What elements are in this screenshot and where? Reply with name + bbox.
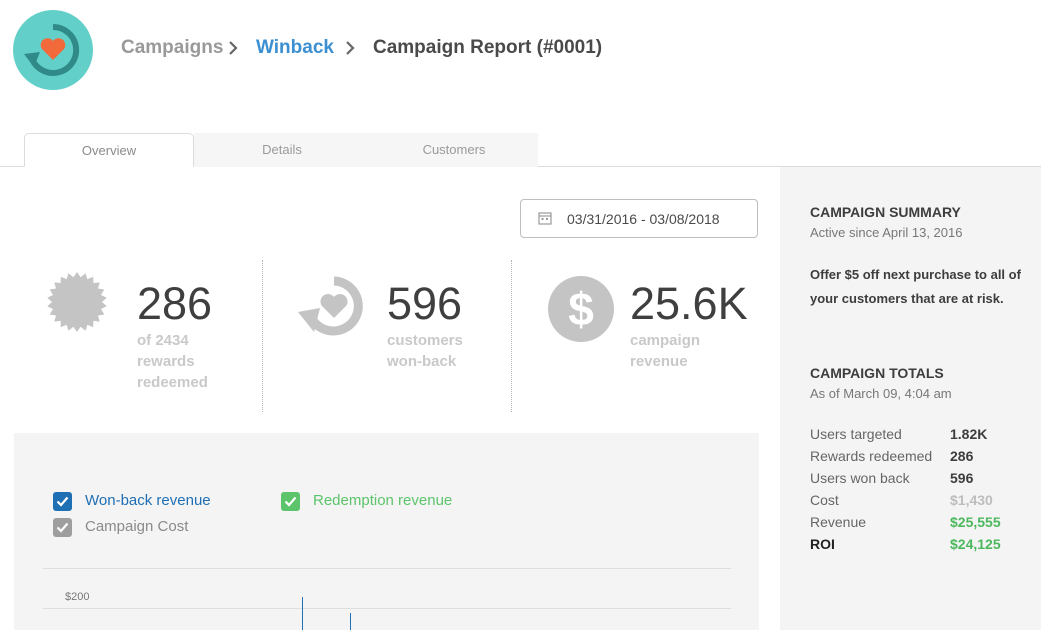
checkmark-icon [56,522,69,533]
checkmark-icon [284,496,297,507]
caption-line: revenue [630,353,688,370]
redemption-revenue-checkbox[interactable] [281,492,300,511]
totals-label-roi: ROI [810,536,835,552]
chevron-right-icon [229,41,238,55]
totals-value-revenue: $25,555 [950,514,1001,530]
breadcrumb-winback[interactable]: Winback [256,37,334,59]
caption-line: redeemed [137,374,208,391]
winback-logo-icon [24,23,80,76]
won-back-revenue-label[interactable]: Won-back revenue [85,492,211,509]
totals-label-users-won-back: Users won back [810,470,910,486]
page-title: Campaign Report (#0001) [373,37,603,58]
caption-line: won-back [387,353,457,370]
totals-value-rewards-redeemed: 286 [950,448,974,464]
caption-line: customers [387,332,463,349]
campaign-revenue-caption: campaign revenue [630,330,700,372]
campaign-summary-subtitle: Active since April 13, 2016 [810,225,963,240]
totals-value-users-won-back: 596 [950,470,974,486]
campaign-offer-text: Offer $5 off next purchase to all of you… [810,267,1021,306]
date-range-value: 03/31/2016 - 03/08/2018 [567,211,720,227]
breadcrumb-campaigns[interactable]: Campaigns [121,37,223,59]
tab-details[interactable]: Details [194,133,370,167]
chart-bar [302,597,303,630]
campaign-totals-heading: CAMPAIGN TOTALS [810,365,944,381]
campaign-summary-heading: CAMPAIGN SUMMARY [810,204,961,220]
totals-value-users-targeted: 1.82K [950,426,988,442]
chart-gridline [43,568,731,569]
redemption-revenue-label[interactable]: Redemption revenue [313,492,452,509]
caption-line: of 2434 [137,332,189,349]
campaign-totals-subtitle: As of March 09, 4:04 am [810,386,952,401]
stat-divider [511,260,512,412]
totals-label-rewards-redeemed: Rewards redeemed [810,448,933,464]
rewards-redeemed-count: 286 [137,278,213,329]
heart-cycle-icon [298,276,363,336]
chart-bar [350,613,351,630]
caption-line: rewards [137,353,195,370]
customers-won-back-caption: customers won-back [387,330,463,372]
totals-label-revenue: Revenue [810,514,867,530]
stat-divider [262,260,263,412]
calendar-icon [538,212,552,225]
totals-label-cost: Cost [810,492,839,508]
date-range-picker[interactable]: 03/31/2016 - 03/08/2018 [520,199,758,238]
tab-overview[interactable]: Overview [24,133,194,167]
totals-label-users-targeted: Users targeted [810,426,902,442]
rewards-redeemed-caption: of 2434 rewards redeemed [137,330,208,393]
app-logo [13,10,93,90]
won-back-revenue-checkbox[interactable] [53,492,72,511]
chevron-right-icon [346,41,355,55]
campaign-revenue-value: 25.6K [630,278,748,329]
dollar-icon: $ [548,276,614,342]
y-axis-tick-label: $200 [65,591,90,603]
totals-value-cost: $1,430 [950,492,993,508]
svg-text:$: $ [568,283,594,335]
campaign-cost-label[interactable]: Campaign Cost [85,518,188,535]
badge-icon [47,272,107,332]
campaign-cost-checkbox[interactable] [53,518,72,537]
caption-line: campaign [630,332,701,349]
customers-won-back-count: 596 [387,278,463,329]
checkmark-icon [56,496,69,507]
tab-customers[interactable]: Customers [370,133,538,167]
chart-gridline [43,608,731,609]
totals-value-roi: $24,125 [950,536,1001,552]
